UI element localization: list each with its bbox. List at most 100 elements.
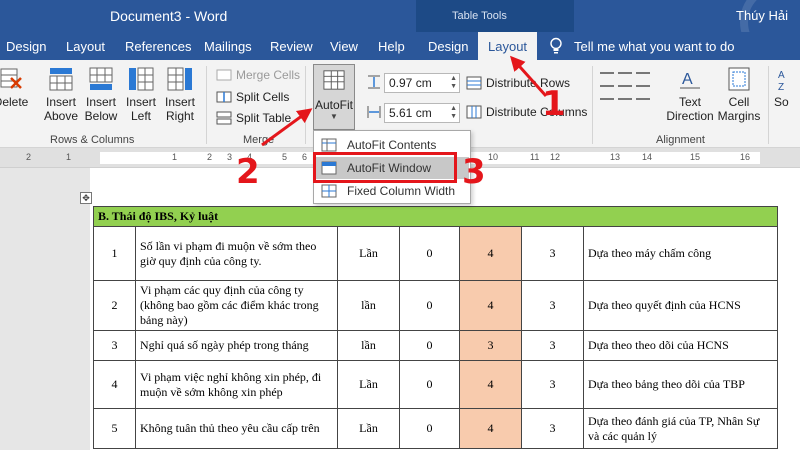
cell-description[interactable]: Vi phạm việc nghỉ không xin phép, đi muộ… (135, 360, 338, 409)
cell-note[interactable]: Dựa theo quyết định của HCNS (583, 280, 778, 331)
svg-text:A: A (682, 71, 693, 88)
autofit-button[interactable]: AutoFit ▼ (313, 64, 355, 130)
ruler-mark: 16 (740, 152, 751, 162)
cell-value-c[interactable]: 3 (521, 360, 584, 409)
tab-layout[interactable]: Layout (66, 39, 105, 54)
cell-unit[interactable]: lần (337, 280, 400, 331)
table-row[interactable]: 3 Nghỉ quá số ngày phép trong tháng lần … (93, 330, 778, 361)
cell-unit[interactable]: Lần (337, 360, 400, 409)
insert-left-label-2: Left (130, 109, 151, 123)
cell-value-b[interactable]: 4 (459, 360, 522, 409)
split-cells-icon (216, 91, 232, 103)
delete-button[interactable]: Delete (0, 66, 30, 109)
cell-unit[interactable]: Lần (337, 408, 400, 449)
tab-design[interactable]: Design (6, 39, 46, 54)
text-direction-icon: A (680, 71, 700, 89)
table-row[interactable]: 4 Vi phạm việc nghỉ không xin phép, đi m… (93, 360, 778, 409)
cell-value-b[interactable]: 3 (459, 330, 522, 361)
cell-unit[interactable]: Lần (337, 226, 400, 281)
cell-value-a[interactable]: 0 (399, 408, 460, 449)
tab-help[interactable]: Help (378, 39, 405, 54)
ruler-mark: 3 (227, 152, 233, 162)
cell-value-b[interactable]: 4 (459, 408, 522, 449)
ruler-mark: 15 (690, 152, 701, 162)
cell-margins-label-2: Margins (717, 109, 761, 123)
row-height-icon (368, 75, 380, 89)
tab-references[interactable]: References (125, 39, 191, 54)
insert-above-label-2: Above (43, 109, 79, 123)
table-move-handle-icon[interactable]: ✥ (80, 192, 92, 204)
row-height-input[interactable]: 0.97 cm ▲ ▼ (384, 73, 460, 93)
tab-mailings[interactable]: Mailings (204, 39, 252, 54)
cell-value-a[interactable]: 0 (399, 330, 460, 361)
tab-table-design[interactable]: Design (428, 39, 468, 54)
cell-number[interactable]: 5 (93, 408, 136, 449)
ruler-mark: 14 (642, 152, 653, 162)
document-title: Document3 - Word (110, 8, 228, 24)
cell-number[interactable]: 4 (93, 360, 136, 409)
ruler-mark: 11 (530, 152, 540, 162)
cell-value-a[interactable]: 0 (399, 360, 460, 409)
merge-cells-button[interactable]: Merge Cells (216, 68, 300, 82)
cell-description[interactable]: Số lần vi phạm đi muộn về sớm theo giờ q… (135, 226, 338, 281)
split-table-label: Split Table (236, 111, 292, 125)
tab-view[interactable]: View (330, 39, 358, 54)
cell-number[interactable]: 3 (93, 330, 136, 361)
table-section-header[interactable]: B. Thái độ IBS, Kỷ luật (93, 206, 778, 227)
tell-me-search[interactable]: Tell me what you want to do (574, 39, 734, 54)
cell-unit[interactable]: lần (337, 330, 400, 361)
cell-value-b[interactable]: 4 (459, 280, 522, 331)
insert-right-label-1: Insert (164, 95, 195, 109)
distribute-rows-icon (466, 76, 482, 90)
delete-table-icon (0, 68, 22, 89)
insert-above-icon (49, 68, 73, 91)
cell-note[interactable]: Dựa theo máy chấm công (583, 226, 778, 281)
cell-margins-button[interactable]: Cell Margins (716, 66, 762, 123)
cell-value-c[interactable]: 3 (521, 408, 584, 449)
annotation-step-1: 1 (542, 84, 566, 124)
insert-below-label-1: Insert (85, 95, 116, 109)
cell-value-c[interactable]: 3 (521, 280, 584, 331)
cell-description[interactable]: Không tuân thủ theo yêu cầu cấp trên (135, 408, 338, 449)
cell-description[interactable]: Nghỉ quá số ngày phép trong tháng (135, 330, 338, 361)
insert-right-button[interactable]: Insert Right (160, 66, 200, 123)
alignment-grid-icon[interactable] (598, 68, 658, 108)
insert-left-button[interactable]: Insert Left (122, 66, 160, 123)
tab-table-layout[interactable]: Layout (478, 32, 538, 60)
sort-button[interactable]: A Z So (774, 66, 800, 109)
cell-number[interactable]: 2 (93, 280, 136, 331)
menu-item-fixed-column-width[interactable]: Fixed Column Width (315, 180, 469, 202)
merge-cells-icon (216, 69, 232, 81)
cell-value-a[interactable]: 0 (399, 280, 460, 331)
cell-note[interactable]: Dựa theo bảng theo dõi của TBP (583, 360, 778, 409)
cell-note[interactable]: Dựa theo theo dõi của HCNS (583, 330, 778, 361)
table-row[interactable]: 1 Số lần vi phạm đi muộn về sớm theo giờ… (93, 226, 778, 281)
table-row[interactable]: 5 Không tuân thủ theo yêu cầu cấp trên L… (93, 408, 778, 449)
cell-value-b[interactable]: 4 (459, 226, 522, 281)
autofit-label: AutoFit (314, 98, 353, 112)
distribute-columns-button[interactable]: Distribute Columns (466, 105, 587, 119)
column-width-input[interactable]: 5.61 cm ▲ ▼ (384, 103, 460, 123)
table-row[interactable]: 2 Vi phạm các quy định của công ty (khôn… (93, 280, 778, 331)
ruler-mark: 12 (550, 152, 561, 162)
cell-note[interactable]: Dựa theo đánh giá của TP, Nhân Sự và các… (583, 408, 778, 449)
sort-icon: A Z (778, 70, 785, 92)
spin-arrows-icon[interactable]: ▲ ▼ (450, 105, 457, 121)
split-cells-button[interactable]: Split Cells (216, 90, 289, 104)
cell-number[interactable]: 1 (93, 226, 136, 281)
autofit-contents-icon (321, 138, 337, 152)
insert-below-button[interactable]: Insert Below (82, 66, 120, 123)
split-table-button[interactable]: Split Table (216, 111, 291, 125)
text-direction-button[interactable]: A Text Direction (666, 66, 714, 123)
lightbulb-icon (550, 37, 562, 54)
cell-margins-icon (728, 67, 750, 91)
tab-review[interactable]: Review (270, 39, 313, 54)
spin-arrows-icon[interactable]: ▲ ▼ (450, 75, 457, 91)
cell-value-c[interactable]: 3 (521, 330, 584, 361)
insert-above-button[interactable]: Insert Above (42, 66, 80, 123)
document-table[interactable]: B. Thái độ IBS, Kỷ luật 1 Số lần vi phạm… (93, 206, 778, 449)
cell-value-a[interactable]: 0 (399, 226, 460, 281)
cell-value-c[interactable]: 3 (521, 226, 584, 281)
cell-description[interactable]: Vi phạm các quy định của công ty (không … (135, 280, 338, 331)
table-tools-label: Table Tools (452, 10, 507, 22)
